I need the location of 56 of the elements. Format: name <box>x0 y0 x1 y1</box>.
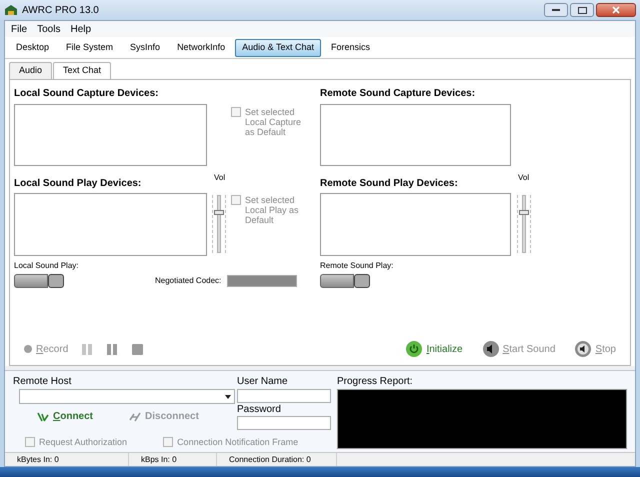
device-list[interactable] <box>14 193 207 256</box>
sub-tab[interactable]: Text Chat <box>53 62 112 79</box>
menu-item[interactable]: Help <box>70 22 92 36</box>
section-label: Remote Sound Capture Devices: <box>320 87 476 101</box>
dropdown-arrow-icon <box>225 394 231 398</box>
section-label: Local Sound Play: <box>14 260 80 272</box>
codec-label: Negotiated Codec: <box>155 275 222 287</box>
tab[interactable]: Desktop <box>9 38 56 56</box>
plug-icon <box>37 412 49 422</box>
menu-item[interactable]: Tools <box>37 22 60 36</box>
section-label: Local Sound Play Devices: <box>14 177 142 191</box>
volume-slider[interactable] <box>212 195 226 253</box>
password-field[interactable] <box>237 416 331 430</box>
volume-label: Vol <box>214 172 226 184</box>
tab[interactable]: Forensics <box>324 38 377 56</box>
volume-slider[interactable] <box>517 195 531 253</box>
section-label: Local Sound Capture Devices: <box>14 87 160 101</box>
minimize-button[interactable] <box>544 3 568 17</box>
app-icon <box>4 4 18 16</box>
tab[interactable]: File System <box>59 38 120 56</box>
field-label: Progress Report: <box>337 375 414 389</box>
window-title: AWRC PRO 13.0 <box>22 4 99 18</box>
toggle-switch[interactable] <box>14 274 64 288</box>
power-button[interactable]: Initialize <box>406 341 463 357</box>
stop-sound-icon <box>575 341 592 357</box>
close-icon <box>612 6 620 14</box>
section-label: Remote Sound Play Devices: <box>320 177 459 191</box>
tab[interactable]: Audio & Text Chat <box>235 38 321 56</box>
sub-tab[interactable]: Audio <box>9 62 52 79</box>
unplug-icon <box>129 412 142 422</box>
status-text: kBytes In: 0 <box>17 454 59 466</box>
user-name-field[interactable] <box>237 389 331 403</box>
menu-item[interactable]: File <box>11 22 28 36</box>
connect-button[interactable]: Connect <box>37 409 94 424</box>
tab[interactable]: NetworkInfo <box>170 38 232 56</box>
record-icon <box>24 345 32 353</box>
pause-button[interactable] <box>107 344 118 354</box>
maximize-button[interactable] <box>570 3 594 17</box>
status-text: kBps In: 0 <box>141 454 177 466</box>
device-list[interactable] <box>320 104 511 166</box>
field-label: User Name <box>237 375 289 389</box>
power-icon <box>406 341 422 357</box>
pause-icon <box>107 344 118 354</box>
device-list[interactable] <box>320 193 511 256</box>
field-label: Password <box>237 404 282 416</box>
device-list[interactable] <box>14 104 207 166</box>
codec-field <box>227 275 298 287</box>
volume-label: Vol <box>518 172 530 184</box>
toggle-switch[interactable] <box>320 274 370 288</box>
speaker-icon <box>482 341 499 357</box>
status-text: Connection Duration: 0 <box>229 454 311 466</box>
remote-host-dropdown[interactable] <box>19 389 235 404</box>
section-label: Remote Sound Play: <box>320 260 394 272</box>
field-label: Remote Host <box>13 375 72 389</box>
tab[interactable]: SysInfo <box>123 38 168 56</box>
close-button[interactable] <box>596 3 636 17</box>
